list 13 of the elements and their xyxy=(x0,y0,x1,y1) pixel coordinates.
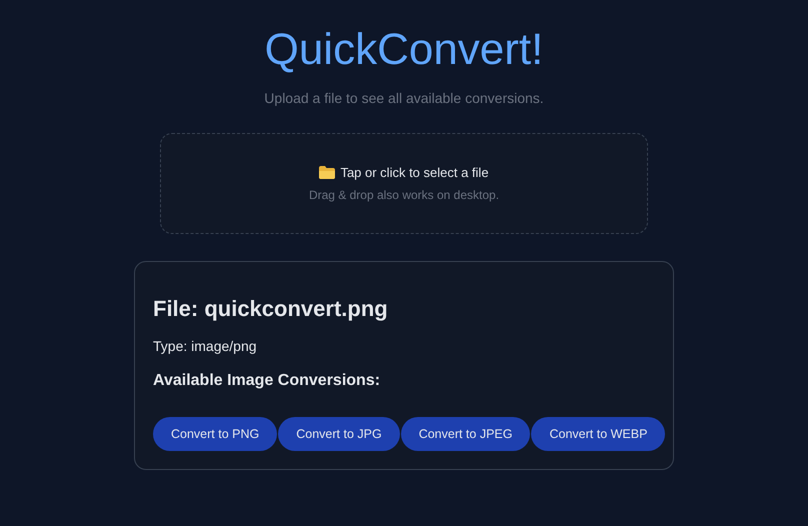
folder-icon xyxy=(319,166,336,179)
convert-button[interactable]: Convert to JPEG xyxy=(400,417,530,451)
file-type: Type: image/png xyxy=(153,338,258,354)
drop-prompt: Tap or click to select a file xyxy=(340,165,489,180)
convert-button[interactable]: Convert to JPG xyxy=(278,417,400,451)
app-title: QuickConvert! xyxy=(264,24,544,76)
drop-hint: Drag & drop also works on desktop. xyxy=(308,188,500,202)
file-drop-zone[interactable]: Tap or click to select a file Drag & drop also works on desktop. xyxy=(160,133,648,234)
convert-button[interactable]: Convert to PNG xyxy=(153,417,278,451)
convert-button[interactable]: Convert to WEBP xyxy=(531,417,666,451)
app-subtitle: Upload a file to see all available conversions. xyxy=(264,90,544,106)
conversions-heading: Available Image Conversions: xyxy=(153,372,382,390)
file-name-heading: File: quickconvert.png xyxy=(153,296,389,322)
